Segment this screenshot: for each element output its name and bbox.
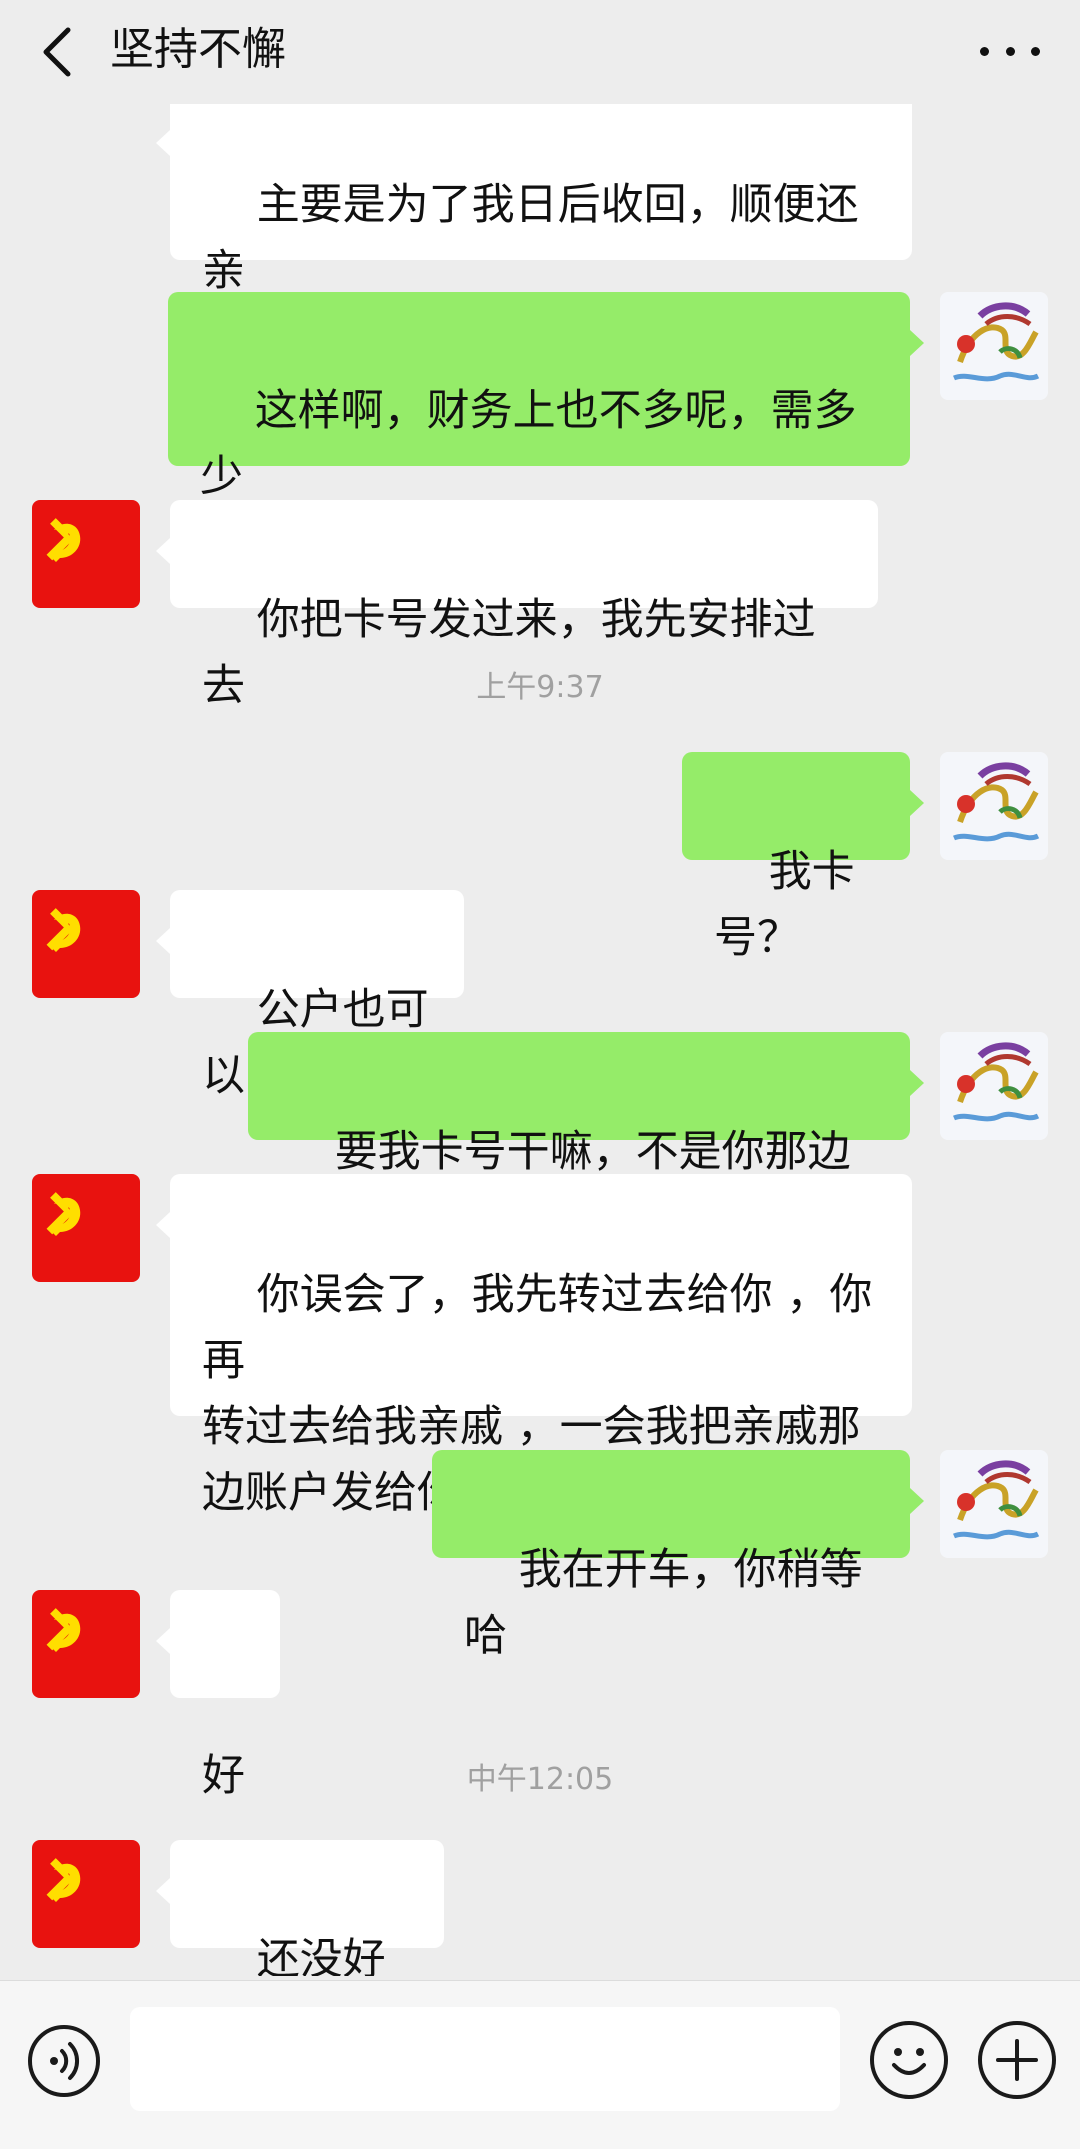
message-bubble-incoming[interactable]: 你误会了，我先转过去给你 ，你再 转过去给我亲戚 ，一会我把亲戚那 边账户发给你	[156, 1174, 912, 1518]
hammer-sickle-icon	[46, 1858, 81, 1902]
more-dots-icon	[980, 46, 989, 56]
contact-avatar[interactable]	[32, 890, 140, 998]
message-bubble-outgoing[interactable]: 要我卡号干嘛，不是你那边吗	[248, 1032, 924, 1243]
chat-header: 坚持不懈	[0, 0, 1080, 104]
contact-avatar[interactable]	[32, 1590, 140, 1698]
message-list[interactable]: 主要是为了我日后收回，顺便还亲 戚一个人情，你看方便吗？ 这样啊，财务上也不多呢…	[0, 104, 1080, 1976]
own-avatar[interactable]	[940, 752, 1048, 860]
contact-avatar[interactable]	[32, 500, 140, 608]
more-button[interactable]	[980, 36, 1040, 66]
chevron-left-icon	[43, 27, 71, 77]
hammer-sickle-icon	[46, 1192, 81, 1236]
plus-button[interactable]	[978, 2021, 1056, 2099]
message-text: 我在开车，你稍等哈	[464, 1545, 863, 1661]
dragon-avatar-icon	[953, 762, 1040, 842]
contact-avatar[interactable]	[32, 1174, 140, 1282]
hammer-sickle-icon	[46, 908, 81, 952]
contact-avatar[interactable]	[32, 1840, 140, 1948]
message-input[interactable]	[130, 2007, 840, 2111]
timestamp: 中午12:05	[466, 1762, 614, 1797]
message-bubble-incoming[interactable]: 好	[156, 1590, 280, 1801]
hammer-sickle-icon	[46, 518, 81, 562]
timestamp: 上午9:37	[476, 670, 604, 705]
emoji-button[interactable]	[870, 2021, 948, 2099]
message-bubble-outgoing[interactable]: 我在开车，你稍等哈	[432, 1450, 924, 1661]
voice-icon	[50, 2042, 80, 2080]
message-text: 我卡号？	[714, 847, 855, 963]
hammer-sickle-icon	[46, 1608, 81, 1652]
dragon-avatar-icon	[953, 302, 1040, 382]
own-avatar[interactable]	[940, 1032, 1048, 1140]
plus-icon	[996, 2039, 1038, 2081]
message-bubble-incoming[interactable]: 还没好吗？	[156, 1840, 444, 1976]
input-bar	[0, 1980, 1080, 2149]
dragon-avatar-icon	[953, 1460, 1040, 1540]
message-bubble-outgoing[interactable]: 我卡号？	[682, 752, 924, 963]
dragon-avatar-icon	[953, 1042, 1040, 1122]
message-bubble-incoming[interactable]: 主要是为了我日后收回，顺便还亲 戚一个人情，你看方便吗？	[156, 104, 912, 362]
message-bubble-incoming[interactable]: 你把卡号发过来，我先安排过去	[156, 500, 878, 711]
message-text: 还没好吗？	[256, 1935, 386, 1976]
voice-button[interactable]	[28, 2025, 100, 2097]
own-avatar[interactable]	[940, 1450, 1048, 1558]
own-avatar[interactable]	[940, 292, 1048, 400]
chat-title: 坚持不懈	[110, 24, 286, 75]
back-button[interactable]	[32, 26, 82, 78]
emoji-icon	[892, 2048, 926, 2075]
message-bubble-outgoing[interactable]: 这样啊，财务上也不多呢，需多少 呢	[168, 292, 924, 568]
message-bubble-incoming[interactable]: 公户也可以	[156, 890, 464, 1101]
